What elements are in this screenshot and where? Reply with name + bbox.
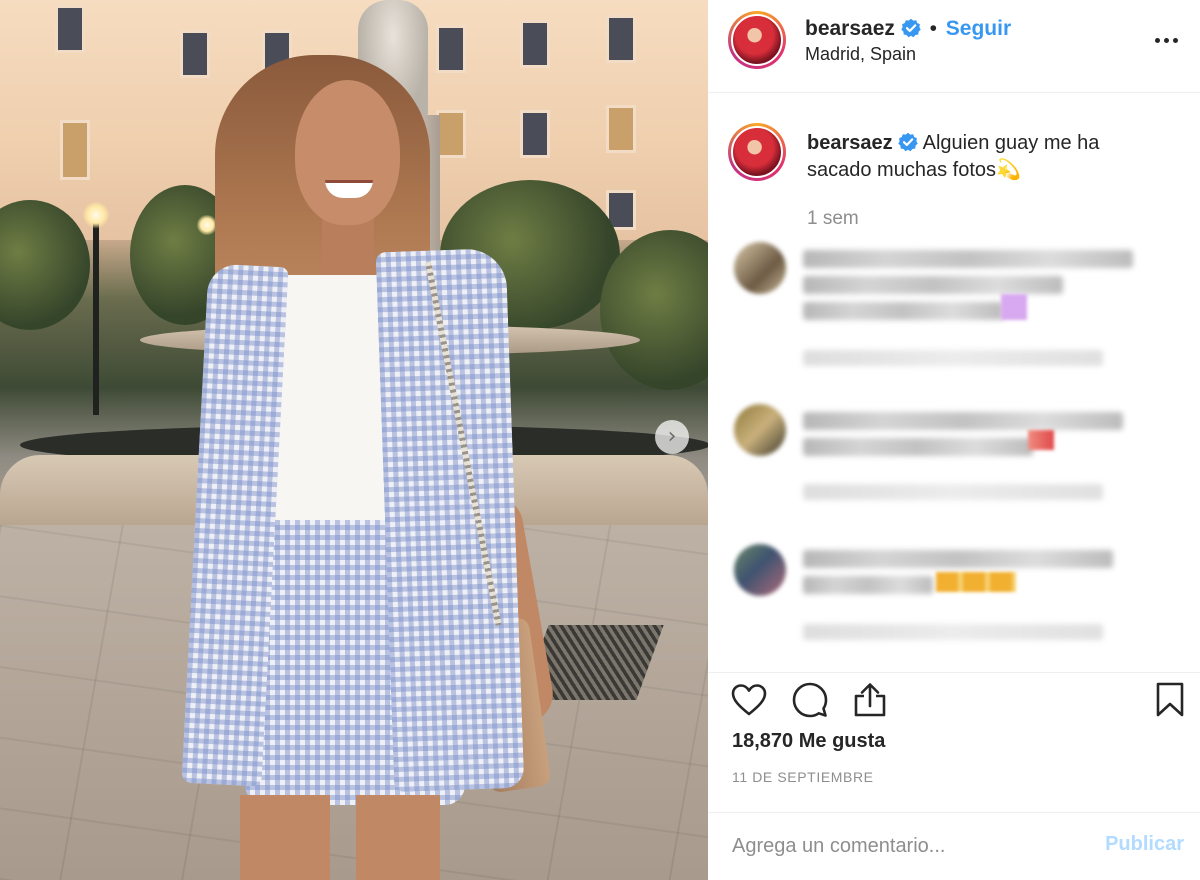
photo-lamp-post bbox=[93, 220, 99, 415]
comment-icon bbox=[792, 682, 828, 718]
username-link[interactable]: bearsaez bbox=[805, 17, 895, 40]
save-button[interactable] bbox=[1150, 680, 1190, 720]
photo-person-face bbox=[295, 80, 400, 225]
follow-button[interactable]: Seguir bbox=[946, 17, 1011, 40]
comment-emoji-blurred bbox=[1001, 294, 1027, 320]
likes-count[interactable]: 18,870 Me gusta bbox=[732, 730, 885, 753]
comment-input[interactable] bbox=[732, 831, 1072, 861]
more-options-icon[interactable] bbox=[1155, 38, 1178, 43]
comments-list bbox=[708, 232, 1200, 672]
comment-emoji-blurred bbox=[1028, 430, 1054, 450]
comment-text-blurred bbox=[803, 302, 1003, 320]
comment-text-blurred bbox=[803, 438, 1033, 456]
caption-text: bearsaez Alguien guay me ha sacado mucha… bbox=[807, 130, 1167, 184]
comment-form: Publicar bbox=[708, 812, 1200, 880]
photo-lamp bbox=[83, 202, 109, 228]
comment-meta-blurred bbox=[803, 484, 1103, 500]
photo-window bbox=[180, 30, 210, 78]
publish-button[interactable]: Publicar bbox=[1105, 833, 1184, 856]
heart-icon bbox=[731, 684, 767, 716]
post-date[interactable]: 11 DE SEPTIEMBRE bbox=[732, 769, 874, 785]
photo-window bbox=[606, 105, 636, 153]
comment-text-blurred bbox=[803, 576, 933, 594]
photo-window bbox=[436, 110, 466, 158]
comment-meta-blurred bbox=[803, 350, 1103, 366]
photo-window bbox=[55, 5, 85, 53]
share-button[interactable] bbox=[850, 680, 890, 720]
post-photo[interactable]: › bbox=[0, 0, 708, 880]
share-icon bbox=[854, 683, 886, 717]
photo-window bbox=[606, 15, 636, 63]
post-sidebar: bearsaez • Seguir Madrid, Spain bearsaez… bbox=[708, 0, 1200, 880]
photo-window bbox=[60, 120, 90, 180]
separator-dot: • bbox=[929, 17, 937, 40]
avatar[interactable] bbox=[728, 123, 786, 181]
comment-avatar[interactable] bbox=[734, 404, 786, 456]
location-link[interactable]: Madrid, Spain bbox=[805, 44, 916, 65]
avatar-image bbox=[731, 14, 783, 66]
comment-text-blurred bbox=[803, 276, 1063, 294]
carousel-next-button[interactable]: › bbox=[655, 420, 689, 454]
like-button[interactable] bbox=[729, 680, 769, 720]
caption-timestamp[interactable]: 1 sem bbox=[807, 208, 859, 230]
verified-badge-icon bbox=[901, 18, 921, 38]
comment-text-blurred bbox=[803, 250, 1133, 268]
username-link[interactable]: bearsaez bbox=[807, 132, 893, 154]
comment-avatar[interactable] bbox=[734, 242, 786, 294]
photo-person-legs bbox=[240, 795, 440, 880]
chevron-right-icon: › bbox=[667, 424, 677, 449]
photo-window bbox=[520, 20, 550, 68]
comment-emoji-blurred bbox=[936, 572, 1016, 592]
sparkle-emoji: 💫 bbox=[996, 159, 1021, 181]
avatar-image bbox=[731, 126, 783, 178]
verified-badge-icon bbox=[898, 132, 918, 152]
avatar[interactable] bbox=[728, 11, 786, 69]
post-header: bearsaez • Seguir Madrid, Spain bbox=[708, 0, 1200, 93]
comment-button[interactable] bbox=[790, 680, 830, 720]
header-line: bearsaez • Seguir bbox=[805, 17, 1011, 41]
post-actions: 18,870 Me gusta 11 DE SEPTIEMBRE bbox=[708, 672, 1200, 812]
photo-person-jacket bbox=[375, 247, 525, 793]
comment-meta-blurred bbox=[803, 624, 1103, 640]
comment-text-blurred bbox=[803, 412, 1123, 430]
bookmark-icon bbox=[1156, 682, 1184, 717]
photo-window bbox=[520, 110, 550, 158]
post-caption: bearsaez Alguien guay me ha sacado mucha… bbox=[708, 108, 1200, 238]
photo-window bbox=[436, 25, 466, 73]
photo-lamp bbox=[197, 215, 217, 235]
comment-text-blurred bbox=[803, 550, 1113, 568]
comment-avatar[interactable] bbox=[734, 544, 786, 596]
